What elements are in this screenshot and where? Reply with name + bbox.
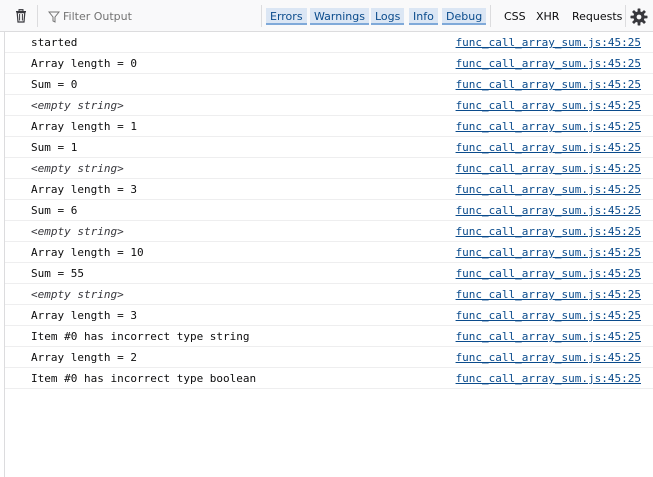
filter-errors-button[interactable]: Errors (266, 8, 307, 25)
log-row: Array length = 10 func_call_array_sum.js:… (5, 242, 653, 263)
filter-info-button[interactable]: Info (409, 8, 438, 25)
log-source-link[interactable]: func_call_array_sum.js:45:25 (456, 78, 641, 91)
log-row: Array length = 0 func_call_array_sum.js:4… (5, 53, 653, 74)
log-message: <empty string> (31, 225, 124, 238)
log-message: Item #0 has incorrect type string (31, 330, 250, 343)
log-row: Array length = 2 func_call_array_sum.js:4… (5, 347, 653, 368)
log-source-link[interactable]: func_call_array_sum.js:45:25 (456, 267, 641, 280)
log-source-link[interactable]: func_call_array_sum.js:45:25 (456, 351, 641, 364)
log-source-link[interactable]: func_call_array_sum.js:45:25 (456, 309, 641, 322)
log-message: Array length = 3 (31, 183, 137, 196)
log-source-link[interactable]: func_call_array_sum.js:45:25 (456, 57, 641, 70)
log-source-link[interactable]: func_call_array_sum.js:45:25 (456, 36, 641, 49)
filter-input[interactable]: Filter Output (45, 7, 255, 27)
log-message: Array length = 1 (31, 120, 137, 133)
gear-icon[interactable] (630, 8, 648, 26)
toolbar-divider (625, 5, 626, 27)
log-row: started func_call_array_sum.js:45:25 (5, 32, 653, 53)
log-message: <empty string> (31, 99, 124, 112)
log-message: Sum = 0 (31, 78, 78, 91)
log-row: Sum = 55 func_call_array_sum.js:45:25 (5, 263, 653, 284)
log-source-link[interactable]: func_call_array_sum.js:45:25 (456, 141, 641, 154)
filter-icon (47, 11, 61, 23)
log-message: Sum = 55 (31, 267, 84, 280)
log-message: Sum = 6 (31, 204, 78, 217)
log-source-link[interactable]: func_call_array_sum.js:45:25 (456, 330, 641, 343)
log-message: Array length = 2 (31, 351, 137, 364)
log-row: Array length = 1 func_call_array_sum.js:4… (5, 116, 653, 137)
log-message: started (31, 36, 78, 49)
log-row: Array length = 3 func_call_array_sum.js:4… (5, 305, 653, 326)
log-row: <empty string> func_call_array_sum.js:45:… (5, 158, 653, 179)
log-source-link[interactable]: func_call_array_sum.js:45:25 (456, 162, 641, 175)
filter-xhr-button[interactable]: XHR (536, 10, 559, 23)
console-toolbar: Filter Output Errors Warnings Logs Info … (0, 0, 653, 32)
log-message: Item #0 has incorrect type boolean (31, 372, 257, 385)
log-row: Sum = 0 func_call_array_sum.js:45:25 (5, 74, 653, 95)
log-message: <empty string> (31, 162, 124, 175)
log-source-link[interactable]: func_call_array_sum.js:45:25 (456, 183, 641, 196)
log-source-link[interactable]: func_call_array_sum.js:45:25 (456, 120, 641, 133)
filter-css-button[interactable]: CSS (504, 10, 526, 23)
log-message: Array length = 3 (31, 309, 137, 322)
filter-warnings-button[interactable]: Warnings (310, 8, 369, 25)
log-row: <empty string> func_call_array_sum.js:45:… (5, 95, 653, 116)
filter-requests-button[interactable]: Requests (572, 10, 622, 23)
log-source-link[interactable]: func_call_array_sum.js:45:25 (456, 225, 641, 238)
console-output: started func_call_array_sum.js:45:25 Array… (5, 32, 653, 389)
log-row: Array length = 3 func_call_array_sum.js:4… (5, 179, 653, 200)
log-source-link[interactable]: func_call_array_sum.js:45:25 (456, 99, 641, 112)
log-row: Item #0 has incorrect type boolean func_c… (5, 368, 653, 389)
log-row: Item #0 has incorrect type string func_ca… (5, 326, 653, 347)
log-source-link[interactable]: func_call_array_sum.js:45:25 (456, 372, 641, 385)
filter-placeholder: Filter Output (63, 10, 132, 23)
toolbar-divider (490, 5, 491, 27)
log-message: Sum = 1 (31, 141, 78, 154)
log-row: <empty string> func_call_array_sum.js:45:… (5, 284, 653, 305)
log-row: Sum = 1 func_call_array_sum.js:45:25 (5, 137, 653, 158)
log-message: <empty string> (31, 288, 124, 301)
log-row: <empty string> func_call_array_sum.js:45:… (5, 221, 653, 242)
log-row: Sum = 6 func_call_array_sum.js:45:25 (5, 200, 653, 221)
log-source-link[interactable]: func_call_array_sum.js:45:25 (456, 246, 641, 259)
log-message: Array length = 10 (31, 246, 144, 259)
filter-debug-button[interactable]: Debug (442, 8, 487, 25)
log-source-link[interactable]: func_call_array_sum.js:45:25 (456, 204, 641, 217)
log-source-link[interactable]: func_call_array_sum.js:45:25 (456, 288, 641, 301)
filter-logs-button[interactable]: Logs (371, 8, 405, 25)
toolbar-divider (261, 5, 262, 27)
trash-icon[interactable] (14, 9, 28, 23)
log-message: Array length = 0 (31, 57, 137, 70)
toolbar-divider (37, 5, 38, 27)
